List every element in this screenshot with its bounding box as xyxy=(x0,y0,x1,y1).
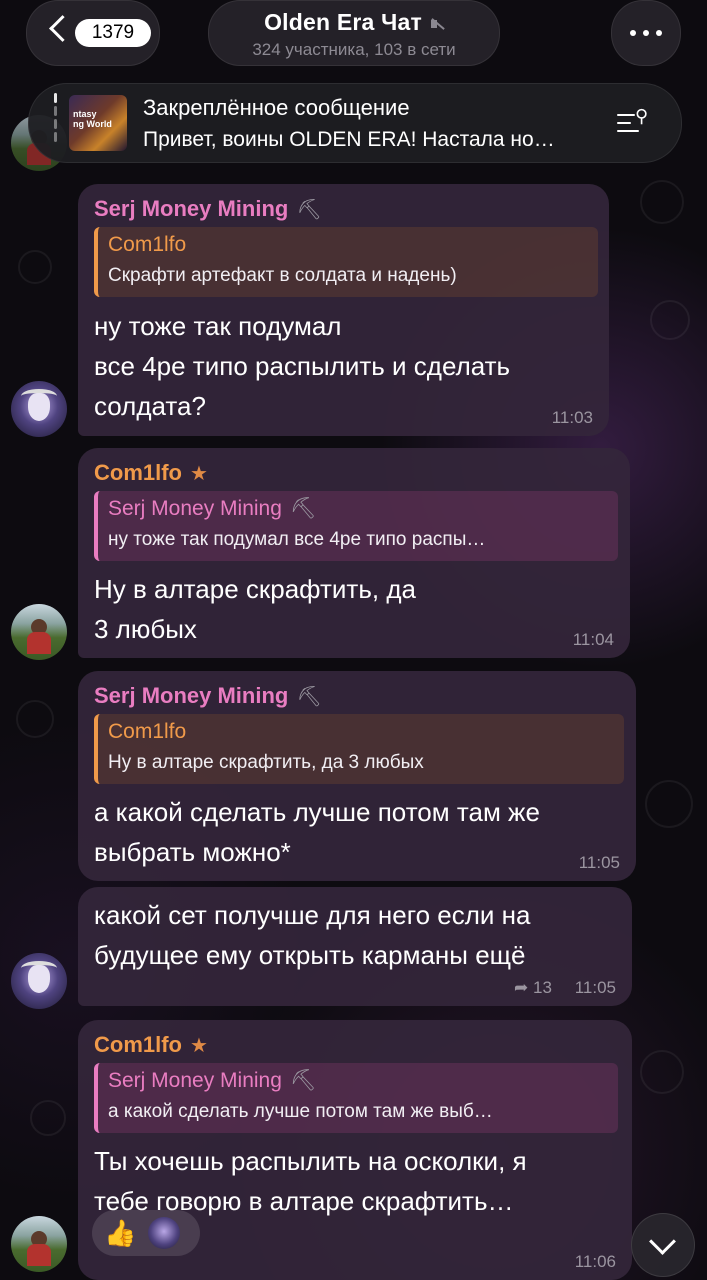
sender-name[interactable]: Com1lfo ★ xyxy=(94,1032,208,1058)
message-text: ну тоже так подумал все 4ре типо распыли… xyxy=(94,306,510,426)
chat-title-row: Olden Era Чат xyxy=(209,9,499,36)
thumbs-up-icon: 👍 xyxy=(104,1218,137,1248)
star-icon: ★ xyxy=(190,463,208,485)
message-time: 11:04 xyxy=(572,630,614,649)
pickaxe-icon: ⛏ xyxy=(289,1069,317,1092)
message-line: какой сет получше для него если на xyxy=(94,900,531,930)
pinned-list-icon[interactable]: ⚲ xyxy=(617,106,651,136)
message-line: 3 любых xyxy=(94,614,197,644)
message-bubble[interactable]: Serj Money Mining ⛏ Com1lfo Скрафти артеф… xyxy=(78,184,609,436)
pinned-thumbnail-text: ntasy ng World xyxy=(73,109,112,129)
sender-label: Serj Money Mining xyxy=(94,196,289,221)
reply-text: ну тоже так подумал все 4ре типо распы… xyxy=(108,529,486,550)
message-bubble[interactable]: Com1lfo ★ Serj Money Mining ⛏ ну тоже так … xyxy=(78,448,630,658)
sender-label: Com1lfo xyxy=(94,460,182,485)
sender-name[interactable]: Serj Money Mining ⛏ xyxy=(94,196,322,222)
message-text: какой сет получше для него если на будущ… xyxy=(94,895,531,975)
avatar[interactable] xyxy=(11,604,67,660)
message-line: а какой сделать лучше потом там же xyxy=(94,797,540,827)
pinned-title: Закреплённое сообщение xyxy=(143,95,410,120)
reply-quote[interactable]: Com1lfo Ну в алтаре скрафтить, да 3 любы… xyxy=(94,714,624,784)
message-line: все 4ре типо распылить и сделать xyxy=(94,351,511,381)
reply-sender: Serj Money Mining ⛏ xyxy=(108,1069,317,1093)
reactor-avatar xyxy=(148,1217,180,1249)
back-chevron-icon xyxy=(49,15,76,42)
sender-label: Com1lfo xyxy=(94,1032,182,1057)
pickaxe-icon: ⛏ xyxy=(296,199,322,221)
reply-sender: Com1lfo xyxy=(108,233,187,256)
message-text: Ты хочешь распылить на осколки, я тебе г… xyxy=(94,1141,527,1221)
pinned-thumbnail: ntasy ng World xyxy=(69,95,127,151)
reply-quote[interactable]: Serj Money Mining ⛏ ну тоже так подумал в… xyxy=(94,491,618,561)
message-line: солдата? xyxy=(94,391,206,421)
reply-sender: Com1lfo xyxy=(108,720,187,743)
reaction-chip[interactable]: 👍 xyxy=(92,1210,200,1256)
message-line: выбрать можно* xyxy=(94,837,291,867)
message-line: ну тоже так подумал xyxy=(94,311,342,341)
message-time: 11:05 xyxy=(574,978,616,997)
muted-icon xyxy=(430,17,444,31)
pinned-message-bar[interactable]: ntasy ng World Закреплённое сообщение Пр… xyxy=(28,83,682,163)
pickaxe-icon: ⛏ xyxy=(296,686,322,708)
reply-sender-label: Serj Money Mining xyxy=(108,497,282,520)
reply-text: Ну в алтаре скрафтить, да 3 любых xyxy=(108,752,424,773)
pinned-index-indicator xyxy=(54,93,57,153)
avatar[interactable] xyxy=(11,1216,67,1272)
message-bubble[interactable]: Com1lfo ★ Serj Money Mining ⛏ а какой сдел… xyxy=(78,1020,632,1280)
message-line: Ты хочешь распылить на осколки, я xyxy=(94,1146,527,1176)
reply-sender-label: Serj Money Mining xyxy=(108,1069,282,1092)
reply-arrow-icon: ➦ xyxy=(514,978,529,997)
reply-sender: Serj Money Mining ⛏ xyxy=(108,497,317,521)
chevron-down-icon xyxy=(649,1228,676,1255)
sender-name[interactable]: Com1lfo ★ xyxy=(94,460,208,486)
pinned-text: Привет, воины OLDEN ERA! Настала но… xyxy=(143,128,555,151)
message-line: будущее ему открыть карманы ещё xyxy=(94,940,526,970)
message-time: 11:03 xyxy=(551,408,593,427)
chat-header[interactable]: Olden Era Чат 324 участника, 103 в сети xyxy=(208,0,500,66)
more-dots-icon xyxy=(630,30,662,36)
replies-counter[interactable]: ➦ 13 xyxy=(514,978,552,998)
reply-count-value: 13 xyxy=(532,978,552,997)
message-text: а какой сделать лучше потом там же выбра… xyxy=(94,792,540,872)
avatar[interactable] xyxy=(11,953,67,1009)
reply-quote[interactable]: Serj Money Mining ⛏ а какой сделать лучше… xyxy=(94,1063,618,1133)
scroll-to-bottom-button[interactable] xyxy=(631,1213,695,1277)
message-time: 11:05 xyxy=(578,853,620,872)
chat-title: Olden Era Чат xyxy=(264,9,422,35)
avatar[interactable] xyxy=(11,381,67,437)
back-button[interactable]: 1379 xyxy=(26,0,160,66)
reply-quote[interactable]: Com1lfo Скрафти артефакт в солдата и над… xyxy=(94,227,598,297)
sender-name[interactable]: Serj Money Mining ⛏ xyxy=(94,683,322,709)
chat-subtitle: 324 участника, 103 в сети xyxy=(252,40,456,59)
reply-text: Скрафти артефакт в солдата и надень) xyxy=(108,265,457,286)
pickaxe-icon: ⛏ xyxy=(289,497,317,520)
message-bubble[interactable]: какой сет получше для него если на будущ… xyxy=(78,887,632,1006)
message-bubble[interactable]: Serj Money Mining ⛏ Com1lfo Ну в алтаре с… xyxy=(78,671,636,881)
reply-text: а какой сделать лучше потом там же выб… xyxy=(108,1101,493,1122)
star-icon: ★ xyxy=(190,1035,208,1057)
more-options-button[interactable] xyxy=(611,0,681,66)
message-text: Ну в алтаре скрафтить, да 3 любых xyxy=(94,569,416,649)
message-time: 11:06 xyxy=(574,1252,616,1271)
unread-count-badge: 1379 xyxy=(75,19,151,47)
sender-label: Serj Money Mining xyxy=(94,683,289,708)
message-line: Ну в алтаре скрафтить, да xyxy=(94,574,416,604)
